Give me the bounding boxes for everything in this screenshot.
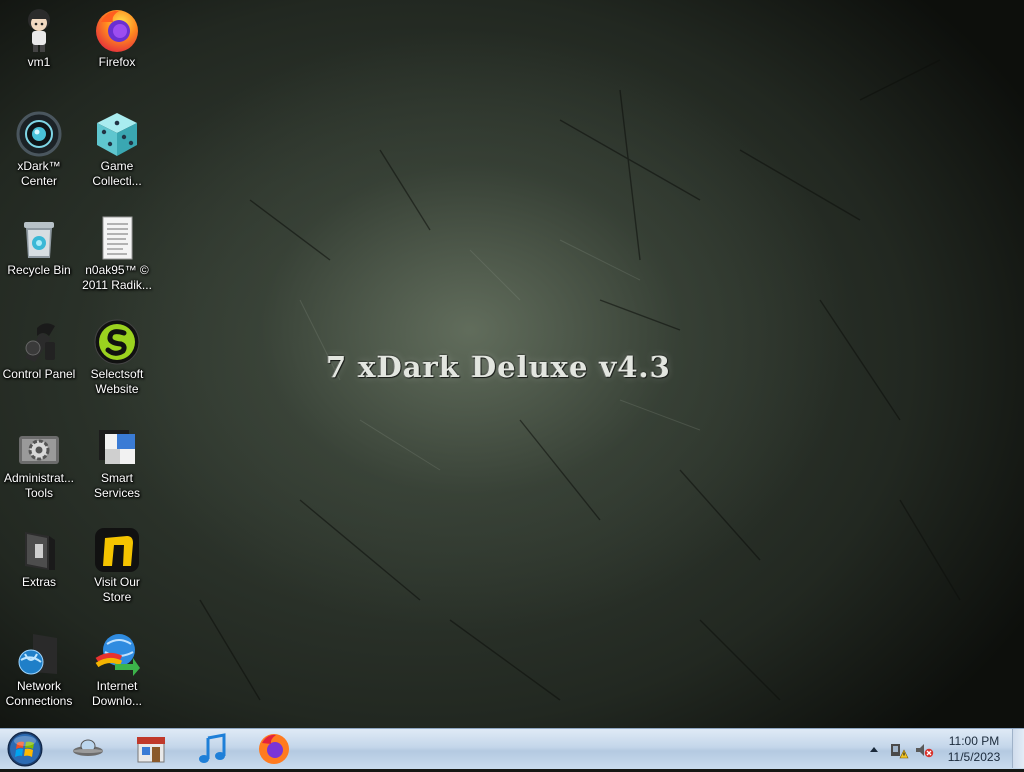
desktop-icon-firefox[interactable]: Firefox [78,2,156,70]
icon-label: Network Connections [5,679,73,708]
desktop-icon-smart-services[interactable]: Smart Services [78,418,156,501]
icon-label: Firefox [98,55,136,69]
text-document-icon [93,214,141,262]
ufo-app-icon [73,739,103,756]
user-figure-icon [15,6,63,54]
desktop-icon-game-collection[interactable]: Game Collecti... [78,106,156,189]
icon-label: Extras [21,575,56,589]
icon-label: Smart Services [93,471,140,500]
desktop-icon-recycle-bin[interactable]: Recycle Bin [0,210,78,278]
desktop-icon-vm1[interactable]: vm1 [0,2,78,70]
selectsoft-icon [93,318,141,366]
windows-start-orb-icon [7,731,43,767]
desktop-icon-extras[interactable]: Extras [0,522,78,590]
icon-label: Recycle Bin [7,263,71,277]
desktop-icon-control-panel[interactable]: Control Panel [0,314,78,382]
desktop-icon-administrative-tools[interactable]: Administrat... Tools [0,418,78,501]
internet-download-manager-icon [93,630,141,678]
firefox-icon [93,6,141,54]
dice-icon [93,110,141,158]
icon-label: Game Collecti... [92,159,142,188]
taskbar-pinned-store-app[interactable] [133,731,169,767]
tray-volume[interactable] [914,740,934,760]
desktop-icon-text-document[interactable]: n0ak95™ © 2011 Radik... [78,210,156,293]
show-desktop-button[interactable] [1012,729,1024,768]
control-panel-icon [15,318,63,366]
music-note-icon [199,733,226,763]
taskbar-pinned-music-player[interactable] [195,731,231,767]
admin-tools-gear-icon [15,422,63,470]
icon-label: vm1 [27,55,51,69]
desktop-icon-xdark-center[interactable]: xDark™ Center [0,106,78,189]
tray-network-status[interactable] [889,740,909,760]
icon-label: Selectsoft Website [90,367,144,396]
recycle-bin-icon [15,214,63,262]
desktop-icon-network-connections[interactable]: Network Connections [0,626,78,709]
icon-label: Visit Our Store [94,575,140,604]
smart-services-icon [93,422,141,470]
wallpaper-title: 7 xDark Deluxe v4.3 [326,350,671,384]
icon-label: Internet Downlo... [91,679,143,708]
xdark-center-icon [15,110,63,158]
desktop-icon-visit-our-store[interactable]: Visit Our Store [78,522,156,605]
taskbar-pinned-ufo-app[interactable] [70,731,106,767]
desktop-icon-selectsoft-website[interactable]: Selectsoft Website [78,314,156,397]
extras-folder-icon [15,526,63,574]
volume-muted-icon [916,744,934,758]
store-n-icon [93,526,141,574]
icon-label: Administrat... Tools [3,471,75,500]
icon-label: xDark™ Center [17,159,61,188]
taskbar-pinned-firefox[interactable] [256,731,292,767]
network-warning-icon [891,744,909,759]
clock-date: 11/5/2023 [947,750,1001,764]
desktop-icon-internet-download-manager[interactable]: Internet Downlo... [78,626,156,709]
start-button[interactable] [5,731,45,767]
store-app-icon [137,737,165,763]
show-hidden-icons-button[interactable] [868,740,880,760]
taskbar-clock[interactable]: 11:00 PM 11/5/2023 [938,733,1010,765]
show-hidden-arrow-icon [870,747,878,752]
icon-label: Control Panel [2,367,76,381]
firefox-icon [259,734,289,764]
icon-label: n0ak95™ © 2011 Radik... [82,263,152,292]
clock-time: 11:00 PM [948,734,1000,748]
network-globe-icon [15,630,63,678]
